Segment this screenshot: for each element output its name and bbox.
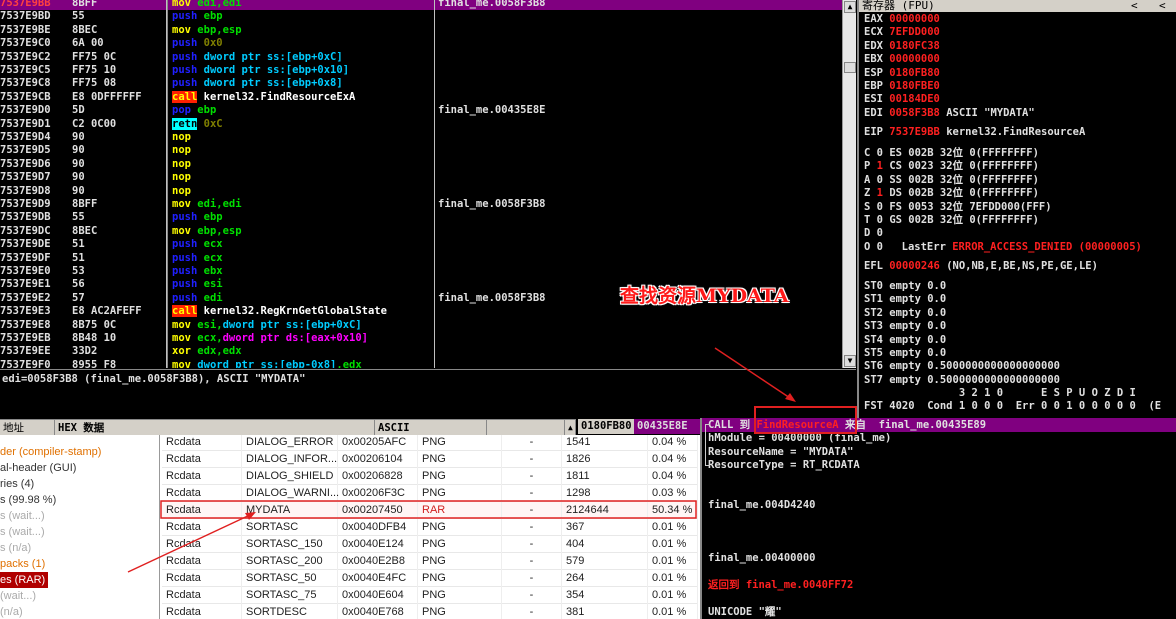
highlight-box-findresource [754, 406, 857, 434]
annotation-overlay [127, 347, 857, 573]
arrow-line [127, 513, 253, 573]
arrow-head [785, 393, 796, 402]
highlight-box-mydata [160, 500, 697, 519]
arrow-line [714, 347, 794, 401]
